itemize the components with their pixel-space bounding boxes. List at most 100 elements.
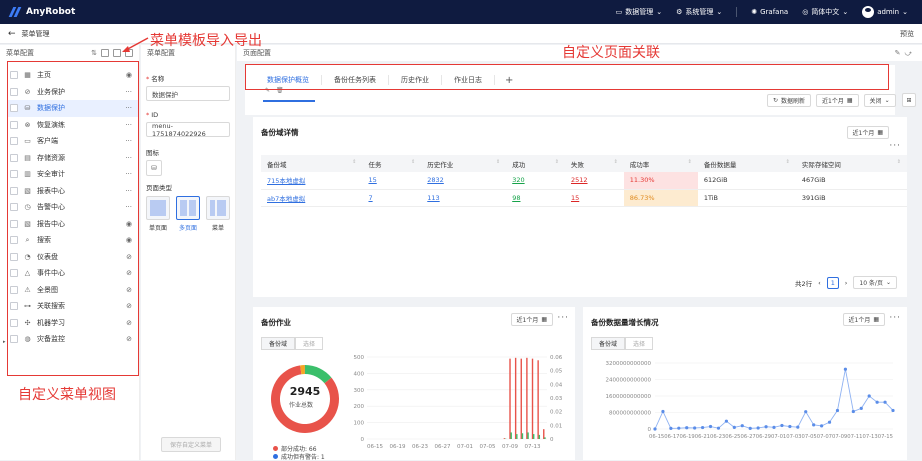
column-header[interactable]: 历史作业⇕	[421, 155, 506, 172]
trash-icon[interactable]: 🗑	[276, 87, 290, 94]
table-cell[interactable]: 715本地虚拟	[261, 172, 362, 189]
seg-select[interactable]: 选择	[625, 337, 653, 350]
time-range-select[interactable]: 近1个月▦	[816, 94, 859, 107]
cell-value[interactable]: 98	[512, 194, 520, 202]
backup-domain-filter[interactable]: 备份域 选择	[261, 337, 323, 350]
icon-picker[interactable]: ⛁	[146, 160, 162, 176]
menu-checkbox[interactable]	[10, 170, 18, 178]
menu-item[interactable]: ⊗恢复演练···	[8, 117, 138, 134]
sort-icon[interactable]: ⇅	[91, 49, 97, 57]
expand-caret-icon[interactable]: ▸	[3, 339, 6, 345]
menu-checkbox[interactable]	[10, 302, 18, 310]
page-number[interactable]: 1	[827, 277, 839, 289]
eye-off-icon[interactable]: ⊘	[126, 269, 132, 277]
more-icon[interactable]: ···	[125, 203, 132, 211]
menu-checkbox[interactable]	[10, 335, 18, 343]
time-range-select[interactable]: 近1个月▦	[843, 313, 886, 326]
cell-value[interactable]: 320	[512, 176, 524, 184]
eye-off-icon[interactable]: ⊘	[126, 335, 132, 343]
menu-item[interactable]: ▭客户端···	[8, 133, 138, 150]
menu-item[interactable]: ⛁数据保护···	[8, 100, 138, 117]
layout-toggle-icon[interactable]: ⊞	[902, 93, 916, 107]
column-header[interactable]: 成功⇕	[506, 155, 565, 172]
cell-value[interactable]: 15	[368, 176, 376, 184]
prev-page-icon[interactable]: ‹	[818, 279, 821, 287]
preview-button[interactable]: 预览	[900, 29, 914, 39]
refresh-button[interactable]: ↻数据刷新	[767, 94, 811, 107]
eye-icon[interactable]: ◉	[126, 236, 132, 244]
cell-value[interactable]: ab7本地虚拟	[267, 195, 305, 203]
language-switch[interactable]: ◎ 简体中文 ⌄	[802, 7, 848, 17]
more-icon[interactable]: ···	[125, 88, 132, 96]
column-header[interactable]: 备份数据量⇕	[698, 155, 796, 172]
table-cell[interactable]: 15	[362, 172, 421, 189]
seg-backup-domain[interactable]: 备份域	[591, 337, 625, 350]
menu-checkbox[interactable]	[10, 104, 18, 112]
more-icon[interactable]: ···	[125, 121, 132, 129]
menu-item[interactable]: ▧报表中心···	[8, 183, 138, 200]
tab-history-jobs[interactable]: 历史作业	[389, 75, 442, 85]
menu-item[interactable]: ▦主页◉	[8, 67, 138, 84]
table-cell[interactable]: 2832	[421, 172, 506, 189]
column-header[interactable]: 任务⇕	[362, 155, 421, 172]
menu-item[interactable]: ◔仪表盘⊘	[8, 249, 138, 266]
cell-value[interactable]: 7	[368, 194, 372, 202]
eye-off-icon[interactable]: ⊘	[126, 319, 132, 327]
time-range-select[interactable]: 近1个月▦	[847, 126, 890, 139]
nav-system-management[interactable]: ⚙ 系统管理 ⌄	[676, 7, 722, 17]
add-menu-icon[interactable]	[101, 49, 109, 57]
table-cell[interactable]: 98	[506, 189, 565, 206]
backup-domain-filter[interactable]: 备份域 选择	[591, 337, 653, 350]
more-icon[interactable]: ···	[557, 313, 569, 323]
eye-icon[interactable]: ◉	[126, 220, 132, 228]
column-header[interactable]: 备份域⇕	[261, 155, 362, 172]
back-arrow-icon[interactable]: ←	[8, 29, 16, 39]
edit-icon[interactable]: ✎	[895, 49, 905, 57]
menu-item[interactable]: ⚠全景图⊘	[8, 282, 138, 299]
name-input[interactable]: 数据保护	[146, 86, 230, 101]
column-header[interactable]: 成功率⇕	[624, 155, 698, 172]
nav-data-management[interactable]: ▭ 数据管理 ⌄	[616, 7, 663, 17]
next-page-icon[interactable]: ›	[845, 279, 848, 287]
tab-backup-task-list[interactable]: 备份任务列表	[322, 75, 389, 85]
eye-off-icon[interactable]: ⊘	[126, 286, 132, 294]
eye-off-icon[interactable]: ⊘	[126, 253, 132, 261]
menu-item[interactable]: △事件中心⊘	[8, 265, 138, 282]
share-icon[interactable]: ⤻	[905, 49, 916, 57]
menu-item[interactable]: ◷告警中心···	[8, 199, 138, 216]
more-icon[interactable]: ···	[889, 141, 901, 151]
menu-item[interactable]: ⊶关联搜索⊘	[8, 298, 138, 315]
table-cell[interactable]: ab7本地虚拟	[261, 189, 362, 206]
page-type-multi[interactable]: 多页面	[176, 196, 200, 232]
more-icon[interactable]: ···	[125, 187, 132, 195]
page-type-single[interactable]: 单页面	[146, 196, 170, 232]
cell-value[interactable]: 2832	[427, 176, 444, 184]
eye-off-icon[interactable]: ⊘	[126, 302, 132, 310]
tab-job-logs[interactable]: 作业日志	[442, 75, 495, 85]
menu-checkbox[interactable]	[10, 253, 18, 261]
menu-item[interactable]: ⊘业务保护···	[8, 84, 138, 101]
table-cell[interactable]: 7	[362, 189, 421, 206]
menu-item[interactable]: ▧报告中心◉	[8, 216, 138, 233]
user-menu[interactable]: admin ⌄	[862, 6, 908, 18]
edit-icon[interactable]: ✎	[265, 87, 276, 94]
menu-item[interactable]: ✣机器学习⊘	[8, 315, 138, 332]
eye-icon[interactable]: ◉	[126, 71, 132, 79]
table-cell[interactable]: 113	[421, 189, 506, 206]
menu-checkbox[interactable]	[10, 236, 18, 244]
menu-checkbox[interactable]	[10, 71, 18, 79]
column-header[interactable]: 失败⇕	[565, 155, 624, 172]
menu-checkbox[interactable]	[10, 154, 18, 162]
page-size-select[interactable]: 10 条/页⌄	[853, 276, 897, 289]
cell-value[interactable]: 715本地虚拟	[267, 177, 305, 185]
add-tab-button[interactable]: +	[495, 75, 523, 86]
seg-select[interactable]: 选择	[295, 337, 323, 350]
menu-checkbox[interactable]	[10, 220, 18, 228]
menu-checkbox[interactable]	[10, 121, 18, 129]
table-cell[interactable]: 15	[565, 189, 624, 206]
table-cell[interactable]: 320	[506, 172, 565, 189]
menu-checkbox[interactable]	[10, 187, 18, 195]
cell-value[interactable]: 15	[571, 194, 579, 202]
cell-value[interactable]: 2512	[571, 176, 588, 184]
column-header[interactable]: 实际存储空间⇕	[796, 155, 907, 172]
